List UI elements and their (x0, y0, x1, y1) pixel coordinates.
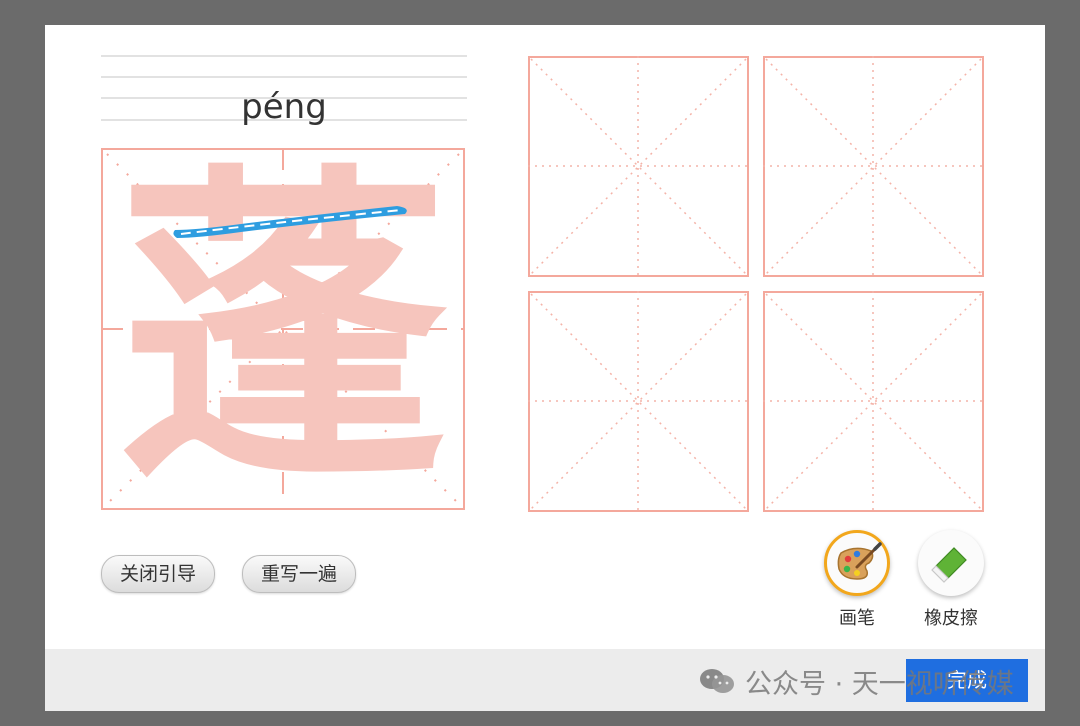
practice-grid-3[interactable] (528, 291, 749, 512)
wechat-icon (700, 669, 734, 693)
eraser-label: 橡皮擦 (924, 608, 978, 629)
practice-grid-1[interactable] (528, 56, 749, 277)
practice-grid-4[interactable] (763, 291, 984, 512)
current-stroke-highlight (173, 206, 407, 238)
brush-tool[interactable]: 画笔 (817, 530, 897, 630)
watermark-text: 公众号 · 天一视听传媒 (745, 668, 1014, 700)
practice-grid-2[interactable] (763, 56, 984, 277)
brush-label: 画笔 (839, 608, 875, 629)
eraser-icon (918, 530, 984, 596)
eraser-tool[interactable]: 橡皮擦 (911, 530, 991, 630)
palette-icon (824, 530, 890, 596)
writing-practice-panel: péng 蓬 关闭引导 重写一遍 画笔 橡皮擦 完成 公众号 · 天一视听传媒 (45, 25, 1045, 711)
close-guide-button[interactable]: 关闭引导 (101, 555, 215, 593)
watermark: 公众号 · 天一视听传媒 (697, 666, 1014, 700)
pinyin-lines: péng (101, 55, 467, 127)
rewrite-button[interactable]: 重写一遍 (242, 555, 356, 593)
pinyin-text: péng (241, 87, 327, 127)
guide-writing-grid[interactable]: 蓬 (101, 148, 465, 510)
footer-bar: 完成 公众号 · 天一视听传媒 (45, 649, 1045, 711)
